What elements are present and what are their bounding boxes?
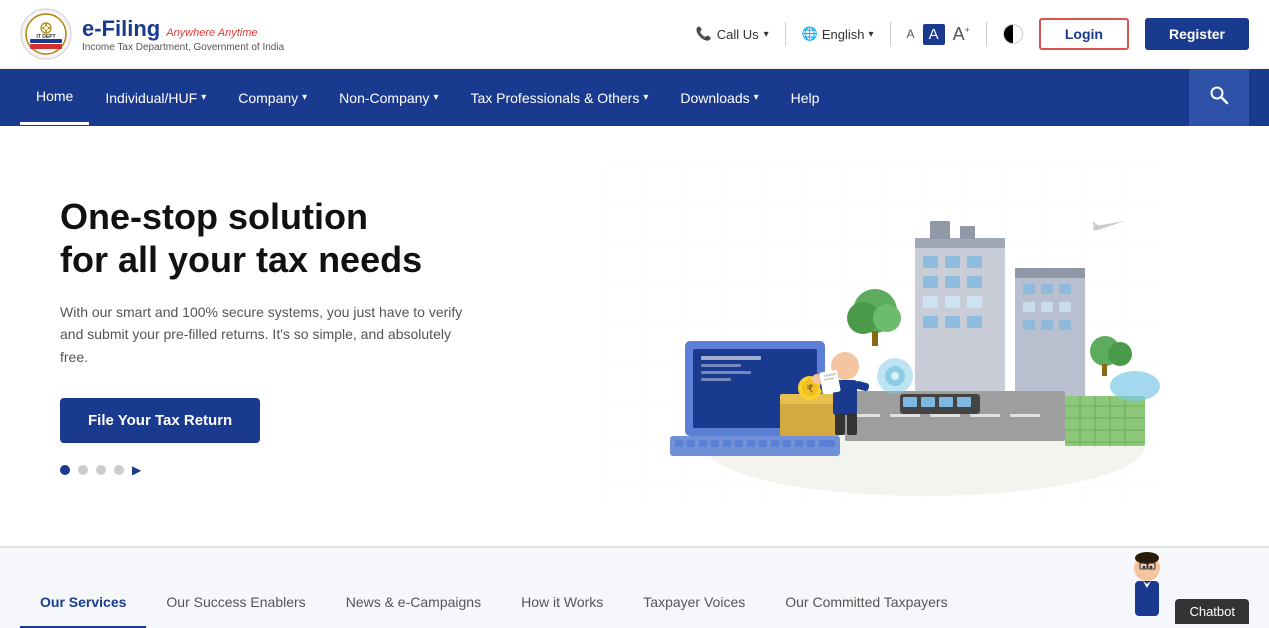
svg-text:IT DEPT: IT DEPT (36, 34, 55, 40)
divider-3 (986, 22, 987, 46)
committed-taxpayers-label: Our Committed Taxpayers (785, 594, 947, 610)
header-right: 📞 Call Us ▾ 🌐 English ▾ A A A+ Login Reg… (696, 18, 1249, 50)
nav-item-taxprofessionals[interactable]: Tax Professionals & Others ▾ (454, 72, 664, 124)
call-us-label: Call Us (717, 27, 759, 42)
logo-title: e-Filing (82, 16, 160, 42)
noncompany-chevron-icon: ▾ (433, 92, 438, 103)
nav-downloads-label: Downloads (680, 90, 749, 106)
nav-item-home[interactable]: Home (20, 70, 89, 125)
carousel-dots: ▶ (60, 463, 560, 477)
taxpayer-voices-label: Taxpayer Voices (643, 594, 745, 610)
language-label: English (822, 27, 865, 42)
nav-item-downloads[interactable]: Downloads ▾ (664, 72, 774, 124)
nav-items: Home Individual/HUF ▾ Company ▾ Non-Comp… (20, 70, 1189, 125)
logo-text: e-Filing Anywhere Anytime Income Tax Dep… (82, 16, 284, 53)
isometric-scene-svg: ₹ (605, 166, 1165, 506)
bottom-tab-success-enablers[interactable]: Our Success Enablers (146, 578, 325, 628)
downloads-chevron-icon: ▾ (754, 92, 759, 103)
company-chevron-icon: ▾ (302, 92, 307, 103)
call-chevron-icon: ▾ (764, 29, 769, 40)
search-button[interactable] (1189, 69, 1249, 126)
carousel-dot-3[interactable] (96, 465, 106, 475)
hero-content: One-stop solution for all your tax needs… (60, 195, 560, 478)
bottom-tab-news-campaigns[interactable]: News & e-Campaigns (326, 578, 501, 628)
bottom-tab-our-services[interactable]: Our Services (20, 578, 146, 628)
individual-chevron-icon: ▾ (201, 92, 206, 103)
phone-icon: 📞 (696, 26, 712, 42)
hero-illustration: ₹ (560, 166, 1209, 506)
login-button[interactable]: Login (1039, 18, 1129, 50)
nav-item-help[interactable]: Help (775, 72, 836, 124)
nav-company-label: Company (238, 90, 298, 106)
nav-taxprofessionals-label: Tax Professionals & Others (470, 90, 639, 106)
carousel-dot-2[interactable] (78, 465, 88, 475)
header: IT DEPT e-Filing Anywhere Anytime Income… (0, 0, 1269, 69)
carousel-dot-1[interactable] (60, 465, 70, 475)
contrast-button[interactable] (1003, 24, 1023, 44)
how-it-works-label: How it Works (521, 594, 603, 610)
hero-description: With our smart and 100% secure systems, … (60, 301, 480, 368)
call-us-button[interactable]: 📞 Call Us ▾ (696, 26, 769, 42)
emblem-icon: IT DEPT (20, 8, 72, 60)
our-services-label: Our Services (40, 594, 126, 610)
main-nav: Home Individual/HUF ▾ Company ▾ Non-Comp… (0, 69, 1269, 126)
language-selector[interactable]: 🌐 English ▾ (802, 26, 874, 42)
carousel-next-icon[interactable]: ▶ (132, 463, 141, 477)
success-enablers-label: Our Success Enablers (166, 594, 305, 610)
logo-area: IT DEPT e-Filing Anywhere Anytime Income… (20, 8, 284, 60)
chatbot-widget: Chatbot (1120, 548, 1249, 628)
nav-noncompany-label: Non-Company (339, 90, 429, 106)
divider-1 (785, 22, 786, 46)
hero-section: One-stop solution for all your tax needs… (0, 126, 1269, 546)
bottom-tab-committed-taxpayers[interactable]: Our Committed Taxpayers (765, 578, 967, 628)
font-medium-button[interactable]: A (923, 24, 945, 45)
globe-icon: 🌐 (802, 26, 818, 42)
taxprofessionals-chevron-icon: ▾ (643, 92, 648, 103)
divider-2 (890, 22, 891, 46)
bottom-tab-taxpayer-voices[interactable]: Taxpayer Voices (623, 578, 765, 628)
bottom-tab-how-it-works[interactable]: How it Works (501, 578, 623, 628)
nav-individual-label: Individual/HUF (105, 90, 197, 106)
font-small-button[interactable]: A (907, 27, 915, 41)
register-button[interactable]: Register (1145, 18, 1249, 50)
nav-item-individual[interactable]: Individual/HUF ▾ (89, 72, 222, 124)
hero-title: One-stop solution for all your tax needs (60, 195, 560, 281)
svg-text:₹: ₹ (806, 384, 813, 395)
bottom-tabs: Our Services Our Success Enablers News &… (0, 546, 1269, 628)
nav-help-label: Help (791, 90, 820, 106)
language-chevron-icon: ▾ (869, 29, 874, 40)
logo-subtitle: Income Tax Department, Government of Ind… (82, 42, 284, 53)
news-campaigns-label: News & e-Campaigns (346, 594, 481, 610)
file-tax-return-button[interactable]: File Your Tax Return (60, 398, 260, 443)
carousel-dot-4[interactable] (114, 465, 124, 475)
nav-item-noncompany[interactable]: Non-Company ▾ (323, 72, 454, 124)
chatbot-figure (1120, 548, 1175, 628)
hero-title-line2: for all your tax needs (60, 239, 422, 280)
nav-home-label: Home (36, 88, 73, 104)
font-large-button[interactable]: A+ (953, 24, 970, 45)
chatbot-label-container[interactable]: Chatbot (1175, 599, 1249, 628)
font-controls: A A A+ (907, 24, 970, 45)
logo-tagline: Anywhere Anytime (166, 27, 257, 39)
search-icon (1209, 85, 1229, 105)
hero-title-line1: One-stop solution (60, 196, 368, 237)
nav-item-company[interactable]: Company ▾ (222, 72, 323, 124)
